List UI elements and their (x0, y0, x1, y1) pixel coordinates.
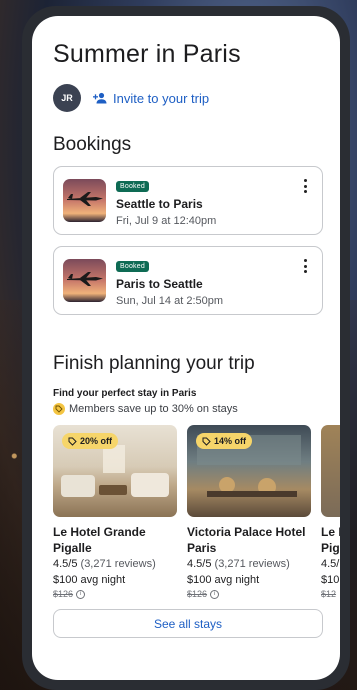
hotel-price: $100 avg night (53, 574, 126, 586)
hotel-rating: 4.5/5 (3,271 reviews) (53, 558, 177, 570)
discount-badge: 20% off (62, 433, 119, 449)
old-price-value: $126 (187, 589, 208, 599)
rating-value: 4.5/ (321, 558, 340, 570)
hotel-name: Le Hotel Grande Pigalle (53, 525, 146, 555)
more-options-icon[interactable] (304, 179, 308, 196)
hotel-price: $100 avg night (187, 574, 260, 586)
member-savings-text: Members save up to 30% on stays (69, 403, 238, 415)
hotel-name: Le I Pig (321, 525, 340, 555)
hotel-image: 20% off (53, 425, 177, 517)
tag-icon (202, 437, 211, 446)
airplane-icon (67, 272, 103, 286)
old-price-value: $12 (321, 589, 337, 599)
old-price-value: $126 (53, 589, 74, 599)
booked-badge: Booked (116, 180, 149, 192)
hotel-old-price: $126 i (53, 589, 177, 599)
hotel-carousel[interactable]: 20% off Le Hotel Grande Pigalle 4.5/5 (3… (53, 425, 340, 599)
bookings-heading: Bookings (53, 134, 132, 155)
booking-card[interactable]: Booked Seattle to Paris Fri, Jul 9 at 12… (53, 166, 323, 235)
info-icon[interactable]: i (210, 589, 220, 599)
hotel-old-price: $12 (321, 589, 340, 599)
hotel-price: $10 (321, 574, 340, 586)
invite-row: JR Invite to your trip (53, 84, 340, 112)
hotel-card[interactable]: Le I Pig 4.5/ $10 $12 (321, 425, 340, 599)
airplane-icon (67, 192, 103, 206)
rating-value: 4.5/5 (187, 558, 212, 570)
booking-date: Sun, Jul 14 at 2:50pm (116, 294, 224, 307)
discount-label: 14% off (214, 436, 247, 446)
more-options-icon[interactable] (304, 259, 308, 276)
member-savings-row: Members save up to 30% on stays (53, 403, 340, 415)
review-count: (3,271 reviews) (214, 558, 290, 570)
planning-heading: Finish planning your trip (53, 353, 255, 374)
trip-title: Summer in Paris (53, 40, 241, 68)
discount-badge: 14% off (196, 433, 253, 449)
hotel-rating: 4.5/5 (3,271 reviews) (187, 558, 311, 570)
booked-badge: Booked (116, 260, 149, 272)
stay-subheading: Find your perfect stay in Paris (53, 388, 197, 399)
hotel-card[interactable]: 20% off Le Hotel Grande Pigalle 4.5/5 (3… (53, 425, 177, 599)
review-count: (3,271 reviews) (80, 558, 156, 570)
tag-icon (68, 437, 77, 446)
phone-frame: Summer in Paris JR Invite to your trip B… (22, 6, 350, 690)
hotel-image: 14% off (187, 425, 311, 517)
see-all-stays-button[interactable]: See all stays (53, 609, 323, 638)
hotel-old-price: $126 i (187, 589, 311, 599)
booking-title: Paris to Seattle (116, 276, 203, 291)
discount-label: 20% off (80, 436, 113, 446)
booking-thumbnail (63, 259, 106, 302)
rating-value: 4.5/5 (53, 558, 78, 570)
info-icon[interactable]: i (76, 589, 86, 599)
hotel-name: Victoria Palace Hotel Paris (187, 525, 306, 555)
add-person-icon[interactable] (93, 92, 107, 104)
booking-thumbnail (63, 179, 106, 222)
booking-title: Seattle to Paris (116, 196, 203, 211)
member-tag-icon (53, 403, 65, 415)
booking-card[interactable]: Booked Paris to Seattle Sun, Jul 14 at 2… (53, 246, 323, 315)
invite-link[interactable]: Invite to your trip (113, 91, 209, 106)
trip-screen: Summer in Paris JR Invite to your trip B… (32, 16, 340, 680)
booking-date: Fri, Jul 9 at 12:40pm (116, 214, 217, 227)
avatar[interactable]: JR (53, 84, 81, 112)
hotel-image (321, 425, 340, 517)
hotel-card[interactable]: 14% off Victoria Palace Hotel Paris 4.5/… (187, 425, 311, 599)
